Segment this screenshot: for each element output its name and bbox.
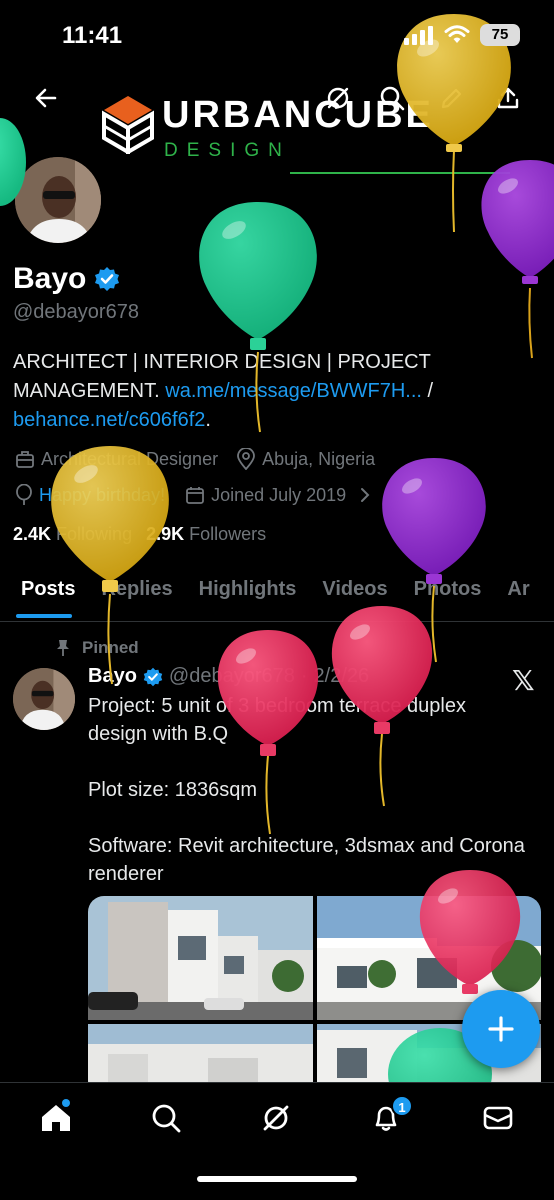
profile-joined: Joined July 2019 — [211, 484, 347, 505]
home-icon — [42, 1105, 70, 1131]
back-arrow-icon — [35, 88, 57, 108]
post-dot: · — [300, 665, 308, 687]
wifi-icon — [444, 25, 470, 43]
bio-link-behance[interactable]: behance.net/c606f6f2 — [13, 409, 205, 431]
grok-icon — [327, 87, 349, 109]
pinned-label: Pinned — [57, 638, 139, 658]
location-pin-icon — [237, 448, 255, 470]
verified-icon — [143, 667, 163, 686]
profile-handle: @debayor678 — [13, 301, 139, 323]
post-handle: @debayor678 — [168, 665, 295, 687]
avatar-photo-small — [13, 668, 75, 730]
following-count: 2.4K — [13, 524, 52, 544]
grok-icon — [263, 1105, 289, 1131]
pinned-text: Pinned — [82, 638, 139, 657]
nav-grok[interactable] — [246, 1093, 306, 1143]
post-media-grid — [88, 896, 541, 1096]
avatar-photo — [15, 157, 101, 243]
edit-button[interactable] — [432, 78, 472, 118]
plus-icon — [488, 1016, 514, 1042]
calendar-icon — [186, 487, 204, 504]
post-image-1[interactable] — [88, 896, 313, 1020]
grok-button[interactable] — [318, 78, 358, 118]
briefcase-icon — [16, 451, 34, 468]
edit-pen-icon — [441, 88, 462, 109]
nav-messages[interactable] — [468, 1093, 528, 1143]
home-indicator — [197, 1176, 357, 1182]
status-icons: 75 — [404, 24, 520, 46]
nav-search[interactable] — [136, 1093, 196, 1143]
post-author[interactable]: Bayo — [88, 665, 137, 688]
search-icon — [380, 86, 405, 111]
following-stat[interactable]: 2.4K Following — [13, 524, 132, 545]
profile-bio: ARCHITECT | INTERIOR DESIGN | PROJECT MA… — [13, 348, 533, 435]
birthday-link[interactable]: Happy birthday! — [39, 485, 165, 506]
balloon-purple-center — [382, 458, 486, 663]
battery-indicator: 75 — [480, 24, 520, 46]
profile-tabs: Posts Replies Highlights Videos Photos A… — [0, 564, 554, 622]
nav-notifications[interactable]: 1 — [356, 1093, 416, 1143]
meta-row-2: Happy birthday! Joined July 2019 — [15, 484, 372, 506]
balloon-icon — [16, 484, 32, 505]
compose-button[interactable] — [462, 990, 540, 1068]
bio-link-whatsapp[interactable]: wa.me/message/BWWF7H... — [165, 380, 422, 402]
tab-articles[interactable]: Ar — [494, 564, 542, 620]
search-button[interactable] — [372, 78, 412, 118]
bottom-nav: 1 — [0, 1082, 554, 1200]
verified-icon[interactable] — [94, 266, 120, 292]
mail-icon — [483, 1106, 513, 1130]
back-button[interactable] — [26, 78, 66, 118]
chevron-right-icon[interactable] — [358, 487, 372, 503]
bio-separator: / — [427, 380, 434, 402]
status-time: 11:41 — [62, 22, 123, 49]
brand-underline — [290, 172, 510, 174]
share-button[interactable] — [488, 78, 528, 118]
post-header: Bayo @debayor678 · 2/2/26 — [88, 665, 369, 688]
followers-label: Followers — [189, 524, 267, 544]
profile-name-row: Bayo — [13, 262, 120, 296]
profile-location: Abuja, Nigeria — [262, 448, 376, 469]
signal-icon — [404, 26, 433, 45]
tab-posts[interactable]: Posts — [0, 564, 88, 620]
nav-home[interactable] — [26, 1093, 86, 1143]
post-avatar[interactable] — [13, 668, 75, 730]
top-actions — [0, 76, 554, 156]
post-text: Project: 5 unit of 3 bedroom terrace dup… — [88, 695, 525, 885]
status-bar: 11:41 75 — [0, 0, 554, 70]
bio-end: . — [205, 409, 211, 431]
render-image — [88, 896, 313, 1020]
pin-icon — [57, 640, 69, 656]
tab-highlights[interactable]: Highlights — [186, 564, 310, 620]
tab-photos[interactable]: Photos — [401, 564, 495, 620]
profile-category: Architectural Designer — [41, 448, 219, 469]
post-date: 2/2/26 — [313, 665, 370, 687]
meta-row-1: Architectural Designer Abuja, Nigeria — [15, 448, 375, 470]
profile-name: Bayo — [13, 262, 87, 295]
follow-stats: 2.4K Following 2.9K Followers — [13, 524, 266, 545]
tab-replies[interactable]: Replies — [88, 564, 185, 620]
notification-badge: 1 — [391, 1095, 413, 1117]
followers-count: 2.9K — [146, 524, 185, 544]
profile-avatar[interactable] — [12, 154, 104, 246]
following-label: Following — [56, 524, 133, 544]
search-icon — [152, 1104, 181, 1133]
share-icon — [497, 87, 519, 109]
home-new-dot — [62, 1099, 70, 1107]
tab-videos[interactable]: Videos — [309, 564, 400, 620]
followers-stat[interactable]: 2.9K Followers — [146, 524, 266, 545]
